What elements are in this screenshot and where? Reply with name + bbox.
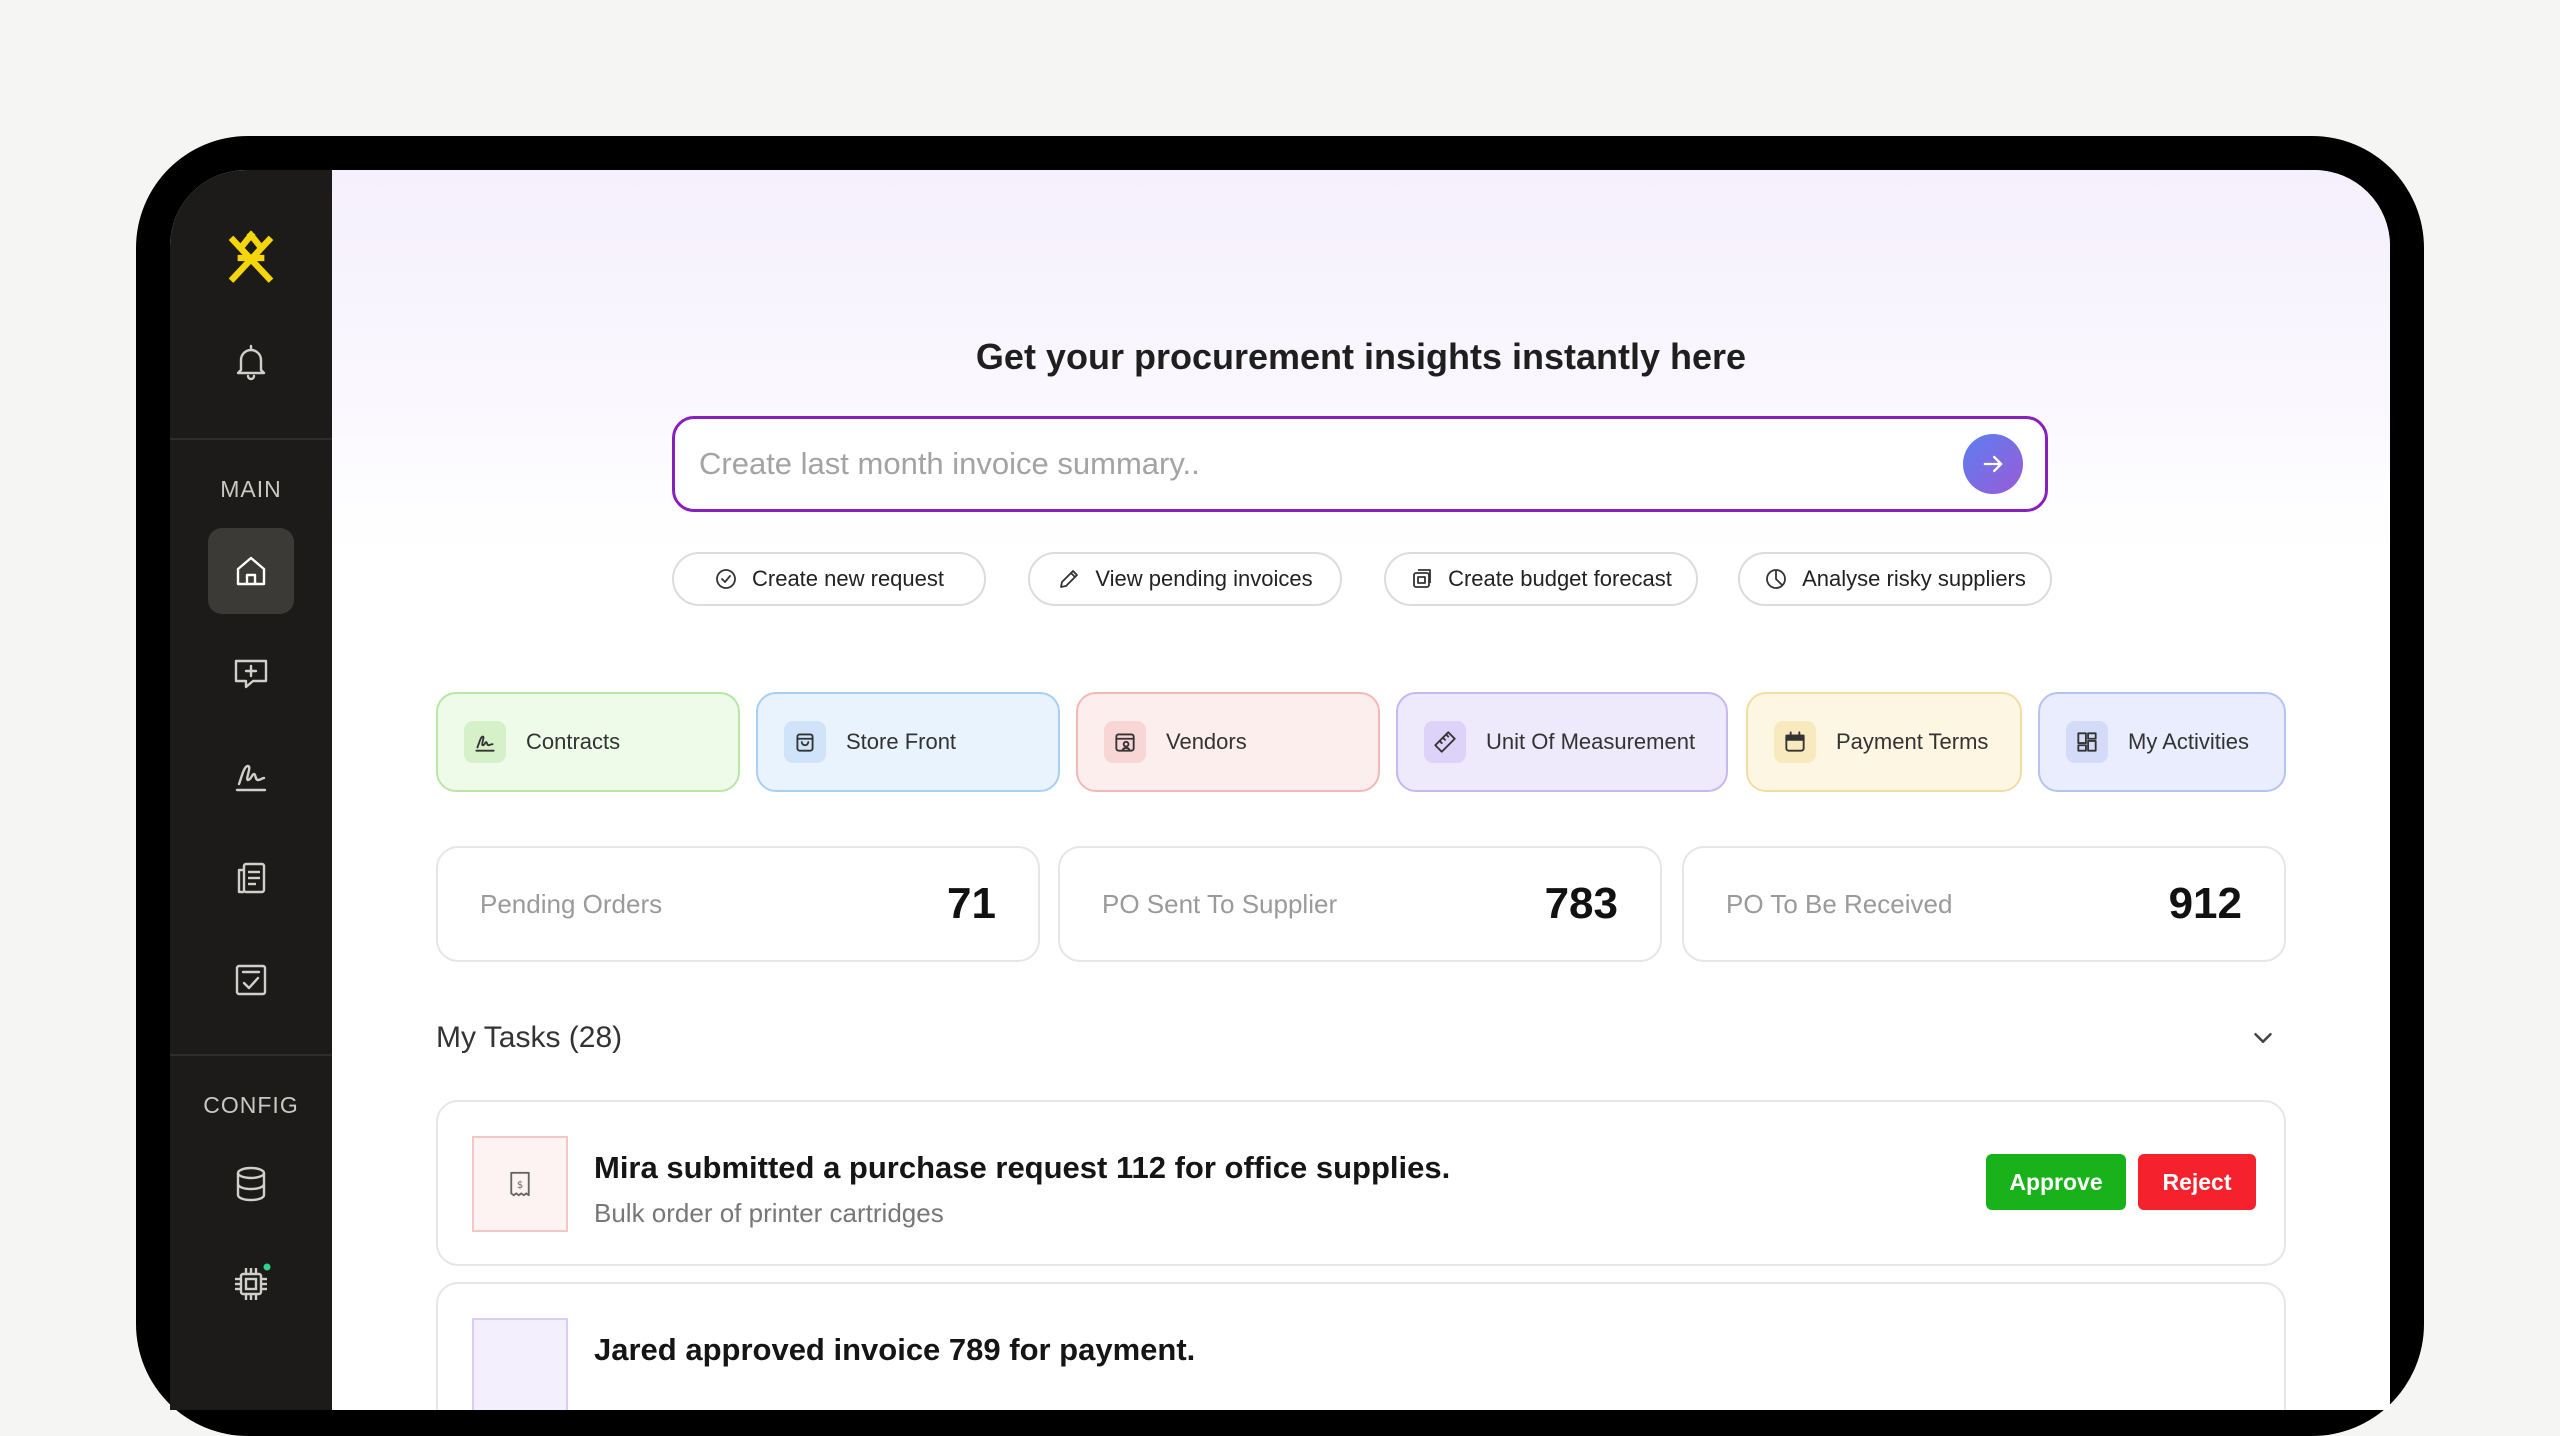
sidebar-item-chat[interactable]	[211, 634, 291, 714]
database-icon	[236, 1166, 266, 1202]
stat-card-pending-orders[interactable]: Pending Orders 71	[436, 846, 1040, 962]
sidebar: MAIN CONFIG	[170, 170, 332, 1410]
quick-actions: Create new request View pending invoices…	[672, 552, 2052, 608]
tile-contracts[interactable]: Contracts	[436, 692, 740, 792]
chip-label: View pending invoices	[1095, 566, 1313, 591]
stats-row: Pending Orders 71 PO Sent To Supplier 78…	[436, 846, 2286, 962]
sidebar-item-home[interactable]	[208, 528, 294, 614]
signature-icon	[235, 764, 267, 792]
approve-button[interactable]: Approve	[1986, 1154, 2126, 1210]
tile-label: Store Front	[846, 729, 957, 754]
chip-icon	[235, 1263, 271, 1300]
tile-label: Payment Terms	[1836, 729, 1989, 754]
module-tiles: Contracts Store Front Vendors Unit Of Me…	[436, 692, 2286, 792]
sidebar-divider	[170, 1054, 332, 1056]
ai-search-bar	[672, 416, 2048, 512]
tile-label: Unit Of Measurement	[1486, 729, 1696, 754]
task-item[interactable]: Jared approved invoice 789 for payment.	[436, 1282, 2286, 1410]
tile-payment-terms[interactable]: Payment Terms	[1746, 692, 2022, 792]
pencil-icon	[1060, 570, 1079, 588]
chip-label: Analyse risky suppliers	[1802, 566, 2026, 591]
search-input[interactable]	[697, 445, 1963, 483]
chip-label: Create new request	[752, 566, 944, 591]
chevron-down-icon[interactable]	[2248, 1023, 2278, 1053]
sidebar-item-tasks[interactable]	[211, 940, 291, 1020]
stat-label: PO To Be Received	[1726, 888, 1953, 919]
check-circle-icon	[716, 569, 736, 589]
tile-label: Vendors	[1166, 729, 1247, 754]
stat-value: 71	[947, 879, 996, 928]
quick-action-create-request[interactable]: Create new request	[672, 552, 986, 606]
tile-unit-of-measurement[interactable]: Unit Of Measurement	[1396, 692, 1728, 792]
arrow-right-icon	[1983, 455, 2003, 473]
quick-action-view-invoices[interactable]: View pending invoices	[1028, 552, 1342, 606]
tile-store-front[interactable]: Store Front	[756, 692, 1060, 792]
stat-card-po-sent[interactable]: PO Sent To Supplier 783	[1058, 846, 1662, 962]
stat-value: 912	[2168, 879, 2242, 928]
stat-label: PO Sent To Supplier	[1102, 888, 1338, 919]
checklist-icon	[235, 964, 267, 996]
svg-text:$: $	[517, 1180, 523, 1191]
task-title: Mira submitted a purchase request 112 fo…	[594, 1150, 1451, 1185]
chip-label: Create budget forecast	[1448, 566, 1672, 591]
task-title: Jared approved invoice 789 for payment.	[594, 1332, 1196, 1367]
quick-action-risky-suppliers[interactable]: Analyse risky suppliers	[1738, 552, 2052, 606]
ruler-icon	[1424, 721, 1466, 763]
document-stack-icon	[237, 862, 266, 894]
sidebar-item-contracts[interactable]	[211, 736, 291, 816]
tasks-title: My Tasks (28)	[436, 1021, 623, 1054]
stat-value: 783	[1544, 879, 1618, 928]
sidebar-divider	[170, 438, 332, 440]
quick-action-budget-forecast[interactable]: Create budget forecast	[1384, 552, 1698, 606]
status-dot	[263, 1263, 271, 1271]
task-subtitle: Bulk order of printer cartridges	[594, 1198, 944, 1228]
tile-label: Contracts	[526, 729, 621, 754]
vendor-icon	[1104, 721, 1146, 763]
sidebar-item-database[interactable]	[211, 1144, 291, 1224]
main-content: Get your procurement insights instantly …	[332, 170, 2390, 1410]
reject-button[interactable]: Reject	[2138, 1154, 2256, 1210]
sidebar-item-documents[interactable]	[211, 838, 291, 918]
task-icon	[472, 1318, 568, 1410]
budget-icon	[1413, 569, 1431, 588]
app-window: MAIN CONFIG Get your procurement insight…	[170, 170, 2390, 1410]
pie-chart-icon	[1766, 569, 1787, 589]
brand-logo-icon[interactable]	[211, 218, 291, 298]
home-icon	[236, 556, 266, 586]
bell-icon[interactable]	[211, 322, 291, 402]
page-title: Get your procurement insights instantly …	[975, 336, 1747, 377]
dashboard-icon	[2066, 721, 2108, 763]
receipt-icon: $	[472, 1136, 568, 1232]
signature-icon	[464, 721, 506, 763]
tasks-header[interactable]: My Tasks (28)	[436, 1018, 2286, 1058]
send-button[interactable]	[1963, 434, 2023, 494]
shopping-bag-icon	[784, 721, 826, 763]
tile-label: My Activities	[2128, 729, 2250, 754]
calendar-icon	[1774, 721, 1816, 763]
sidebar-section-config: CONFIG	[203, 1092, 299, 1118]
sidebar-section-main: MAIN	[220, 476, 282, 502]
chat-add-icon	[234, 659, 268, 689]
stat-card-po-to-receive[interactable]: PO To Be Received 912	[1682, 846, 2286, 962]
tile-my-activities[interactable]: My Activities	[2038, 692, 2286, 792]
sidebar-item-integrations[interactable]	[211, 1244, 291, 1324]
task-item[interactable]: $ Mira submitted a purchase request 112 …	[436, 1100, 2286, 1266]
tile-vendors[interactable]: Vendors	[1076, 692, 1380, 792]
stat-label: Pending Orders	[480, 888, 663, 919]
